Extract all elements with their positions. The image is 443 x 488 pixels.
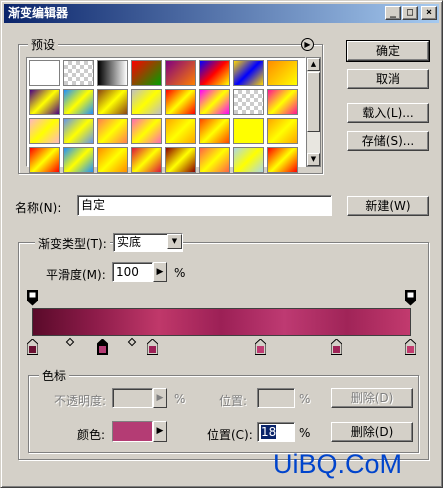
color-location-field[interactable]: 18 — [257, 422, 295, 442]
smoothness-unit: % — [174, 266, 186, 280]
opacity-delete-button: 删除(D) — [331, 388, 413, 408]
opacity-field — [112, 388, 153, 408]
preset-swatch[interactable] — [29, 89, 60, 115]
scroll-up-icon[interactable]: ▲ — [307, 58, 320, 71]
opacity-location-unit: % — [299, 392, 311, 406]
color-stop[interactable] — [147, 339, 158, 355]
watermark-text: UiBQ.CoM — [273, 449, 403, 479]
preset-swatch[interactable] — [199, 89, 230, 115]
maximize-icon[interactable]: □ — [402, 6, 418, 20]
cancel-button[interactable]: 取消 — [347, 69, 429, 89]
minimize-icon[interactable]: _ — [385, 6, 401, 20]
preset-swatch[interactable] — [267, 118, 298, 144]
gradient-editor-window: 渐变编辑器 _ □ × 预设 ▶ ▲ ▼ 确定 取消 载入(L)... 存储(S… — [0, 0, 443, 488]
preset-swatch[interactable] — [199, 147, 230, 173]
preset-swatch[interactable] — [165, 89, 196, 115]
opacity-arrow-icon: ▶ — [153, 388, 167, 408]
preset-swatch[interactable] — [63, 118, 94, 144]
opacity-stop-right[interactable] — [405, 290, 416, 306]
preset-swatch[interactable] — [97, 89, 128, 115]
name-label: 名称(N): — [15, 201, 62, 215]
ok-button[interactable]: 确定 — [346, 40, 430, 62]
title-bar[interactable]: 渐变编辑器 _ □ × — [4, 4, 439, 23]
opacity-unit: % — [174, 392, 186, 406]
preset-scrollbar[interactable]: ▲ ▼ — [306, 57, 321, 167]
opacity-label: 不透明度: — [54, 394, 107, 408]
color-delete-button[interactable]: 删除(D) — [331, 422, 413, 442]
preset-swatch[interactable] — [131, 89, 162, 115]
preset-swatch[interactable] — [97, 60, 128, 86]
preset-swatch[interactable] — [165, 118, 196, 144]
preset-swatch[interactable] — [267, 89, 298, 115]
smoothness-field[interactable]: 100 — [112, 262, 153, 282]
gradient-preview-bar[interactable] — [32, 308, 411, 336]
preset-swatch[interactable] — [97, 118, 128, 144]
save-button[interactable]: 存储(S)... — [347, 131, 429, 151]
preset-swatch[interactable] — [199, 118, 230, 144]
new-button[interactable]: 新建(W) — [347, 196, 429, 216]
circle-arrow-right-icon[interactable]: ▶ — [301, 38, 314, 51]
preset-swatch[interactable] — [131, 118, 162, 144]
preset-swatch[interactable] — [63, 60, 94, 86]
color-stop[interactable] — [331, 339, 342, 355]
color-location-value: 18 — [261, 425, 277, 439]
opacity-location-field — [257, 388, 295, 408]
smoothness-arrow-icon[interactable]: ▶ — [153, 262, 167, 282]
preset-swatch[interactable] — [131, 147, 162, 173]
preset-swatch-grid[interactable] — [26, 57, 306, 173]
preset-swatch[interactable] — [63, 147, 94, 173]
color-label: 颜色: — [77, 428, 106, 442]
color-arrow-icon[interactable]: ▶ — [153, 421, 167, 442]
gradient-type-select[interactable]: 实底 ▼ — [113, 233, 183, 252]
color-stop[interactable] — [255, 339, 266, 355]
color-location-label: 位置(C): — [207, 428, 253, 442]
preset-swatch[interactable] — [165, 60, 196, 86]
preset-swatch[interactable] — [29, 147, 60, 173]
preset-swatch[interactable] — [233, 89, 264, 115]
preset-swatch[interactable] — [199, 60, 230, 86]
load-button[interactable]: 载入(L)... — [347, 103, 429, 123]
color-stops-label: 色标 — [39, 367, 70, 384]
window-title: 渐变编辑器 — [8, 6, 69, 20]
preset-swatch[interactable] — [233, 147, 264, 173]
opacity-location-label: 位置: — [219, 394, 248, 408]
color-stop[interactable] — [27, 339, 38, 355]
close-icon[interactable]: × — [421, 6, 437, 20]
scroll-thumb[interactable] — [307, 72, 320, 132]
opacity-stop-left[interactable] — [27, 290, 38, 306]
preset-swatch[interactable] — [131, 60, 162, 86]
preset-swatch[interactable] — [165, 147, 196, 173]
smoothness-label: 平滑度(M): — [46, 268, 106, 282]
preset-swatch[interactable] — [233, 60, 264, 86]
preset-swatch[interactable] — [63, 89, 94, 115]
preset-swatch[interactable] — [267, 147, 298, 173]
scroll-down-icon[interactable]: ▼ — [307, 153, 320, 166]
color-location-unit: % — [299, 426, 311, 440]
preset-swatch[interactable] — [97, 147, 128, 173]
preset-swatch[interactable] — [267, 60, 298, 86]
color-stop[interactable] — [405, 339, 416, 355]
color-swatch[interactable] — [112, 421, 153, 442]
gradient-type-value: 实底 — [117, 235, 142, 249]
preset-swatch[interactable] — [29, 118, 60, 144]
preset-swatch[interactable] — [233, 118, 264, 144]
color-stop-selected[interactable] — [97, 339, 108, 355]
gradient-type-label: 渐变类型(T): — [35, 235, 110, 252]
presets-label: 预设 — [28, 36, 59, 53]
name-field[interactable]: 自定 — [77, 195, 332, 216]
preset-swatch[interactable] — [29, 60, 60, 86]
chevron-down-icon[interactable]: ▼ — [167, 234, 182, 249]
